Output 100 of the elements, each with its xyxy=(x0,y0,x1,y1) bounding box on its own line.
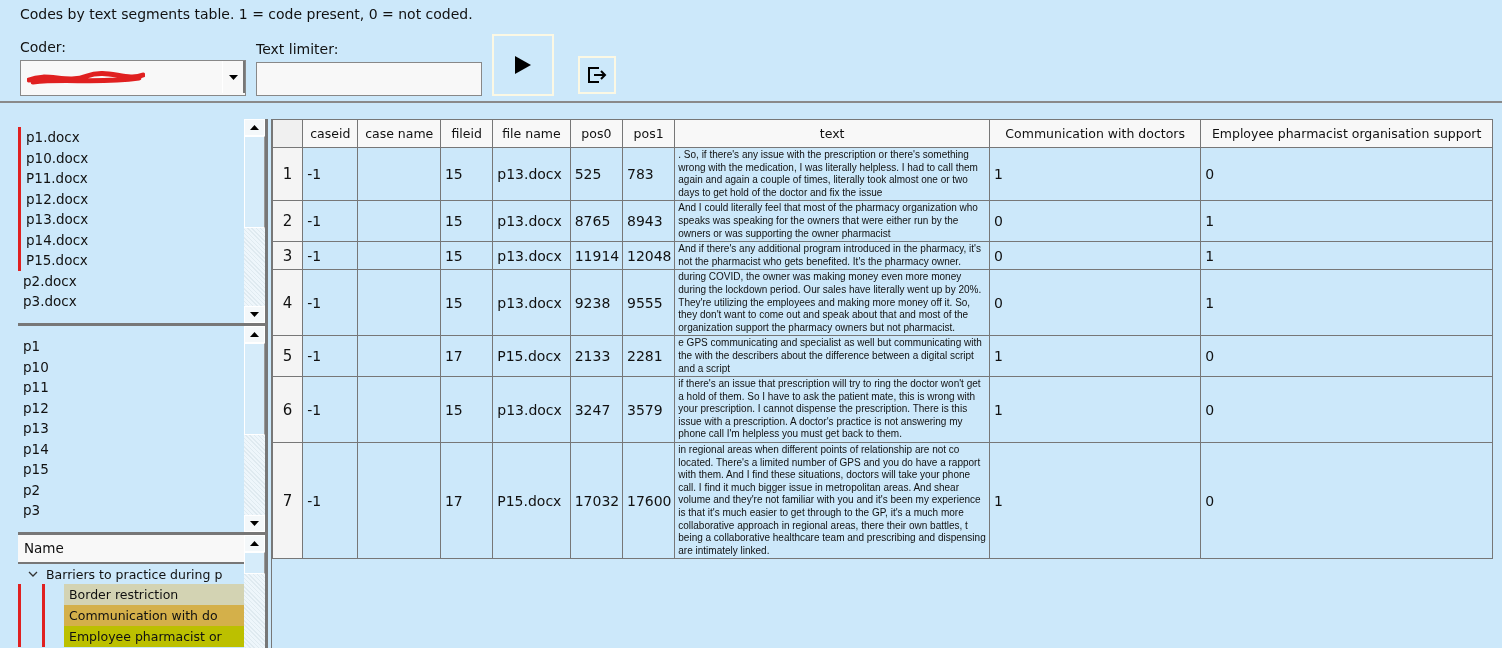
table-cell: 0 xyxy=(994,213,1003,230)
scrollbar[interactable] xyxy=(244,119,268,323)
table-cell: 2133 xyxy=(574,348,611,365)
file-list-item[interactable]: p3.docx xyxy=(20,291,244,312)
table-cell: 11914 xyxy=(574,247,620,264)
row-header[interactable]: 3 xyxy=(272,241,303,270)
row-header[interactable]: 5 xyxy=(272,335,303,377)
scroll-up-icon[interactable] xyxy=(244,535,265,552)
file-list-item[interactable]: p2.docx xyxy=(20,270,244,291)
case-list-item[interactable]: p10 xyxy=(18,356,244,377)
table-cell: 1 xyxy=(1205,247,1215,264)
code-tree-item[interactable]: Employee pharmacist or xyxy=(64,626,244,647)
dropdown-arrow-icon[interactable] xyxy=(222,61,245,93)
play-icon xyxy=(514,55,532,75)
case-list-item[interactable]: p14 xyxy=(18,438,244,459)
table-cell: 8943 xyxy=(627,213,663,230)
column-header[interactable]: text xyxy=(674,119,990,148)
row-header[interactable]: 2 xyxy=(272,200,303,242)
table-cell: -1 xyxy=(307,348,322,365)
table-cell: 0 xyxy=(1205,401,1215,418)
column-header[interactable]: caseid xyxy=(302,119,358,148)
table-cell: 0 xyxy=(994,247,1003,264)
table-cell: 2281 xyxy=(627,348,663,365)
table-cell: P15.docx xyxy=(497,348,562,365)
text-limiter-label: Text limiter: xyxy=(256,41,340,57)
table-cell: 0 xyxy=(1205,492,1215,509)
case-list-item[interactable]: p11 xyxy=(18,377,244,398)
table-cell: 15 xyxy=(444,213,463,230)
text-limiter-field[interactable] xyxy=(256,62,482,96)
column-header[interactable]: file name xyxy=(492,119,571,148)
column-header[interactable]: Employee pharmacist organisation support xyxy=(1200,119,1493,148)
table-cell: 17 xyxy=(444,348,463,365)
table-cell: 0 xyxy=(1205,348,1215,365)
table-cell: if there's an issue that prescription will try to ring the doctor won't get a hold of them. So I have to ask the patient mate, this is wrong with your prescription. I cannot dispense the prescription. There is this issue with a prescription. A doctor's practice is not answering my phone call I'm helpless you must get back to them. xyxy=(678,378,981,440)
scroll-down-icon[interactable] xyxy=(244,306,265,323)
table-cell: 9555 xyxy=(627,294,663,311)
table-cell: -1 xyxy=(307,294,322,311)
case-list-item[interactable]: p2 xyxy=(18,479,244,500)
table-cell: during COVID, the owner was making money even more money during the lockdown period. Our sales have literally went up by 20%. They're utilizing the employees and making more money off it. So, they don't want to come out and speak about that and most of the organization support the pharmacy owners but not pharmacist. xyxy=(678,271,982,333)
scroll-down-icon[interactable] xyxy=(244,515,265,532)
case-list-item[interactable]: p1 xyxy=(18,336,244,357)
table-cell: And if there's any additional program introduced in the pharmacy, it's not the pharmacist who gets benefited. It's the pharmacy owner. xyxy=(678,243,981,267)
scroll-thumb[interactable] xyxy=(244,552,265,574)
table-cell: P15.docx xyxy=(497,492,562,509)
column-header[interactable]: Communication with doctors xyxy=(989,119,1201,148)
case-list-item[interactable]: p13 xyxy=(18,418,244,439)
table-cell: p13.docx xyxy=(497,247,562,264)
table-cell: -1 xyxy=(307,247,322,264)
table-cell: 3247 xyxy=(574,401,611,418)
table-cell: p13.docx xyxy=(497,401,562,418)
scroll-up-icon[interactable] xyxy=(244,119,265,136)
coder-label: Coder: xyxy=(20,39,68,55)
scroll-thumb[interactable] xyxy=(244,343,265,435)
table-cell: p13.docx xyxy=(497,166,562,183)
code-tree-item[interactable]: Border restriction xyxy=(64,584,244,605)
table-cell: p13.docx xyxy=(497,213,562,230)
column-header[interactable]: Name xyxy=(18,535,244,564)
export-button[interactable] xyxy=(578,56,616,94)
table-cell: And I could literally feel that most of the pharmacy organization who speaks was speaking for the owners that were either run by the owners or was supporting the owner pharmacist xyxy=(678,202,978,239)
table-cell: p13.docx xyxy=(497,294,562,311)
column-header[interactable]: fileid xyxy=(440,119,493,148)
table-cell: 1 xyxy=(994,492,1003,509)
export-icon xyxy=(587,66,607,84)
case-list-item[interactable]: p3 xyxy=(18,500,244,521)
table-cell: 15 xyxy=(444,294,463,311)
code-tree-item[interactable]: Communication with do xyxy=(64,605,244,626)
table-cell: 1 xyxy=(994,348,1003,365)
chevron-icon[interactable] xyxy=(28,571,38,577)
column-header[interactable]: pos0 xyxy=(570,119,623,148)
scrollbar[interactable] xyxy=(244,326,268,532)
table-cell: 8765 xyxy=(574,213,611,230)
row-header[interactable]: 7 xyxy=(272,442,303,559)
row-header[interactable]: 6 xyxy=(272,376,303,443)
table-cell: 525 xyxy=(574,166,602,183)
table-cell: 1 xyxy=(994,401,1003,418)
case-list-item[interactable]: p12 xyxy=(18,397,244,418)
coder-dropdown[interactable] xyxy=(20,60,246,96)
row-header[interactable]: 1 xyxy=(272,147,303,201)
table-cell: 15 xyxy=(444,401,463,418)
table-cell: 1 xyxy=(1205,213,1215,230)
table-cell: 1 xyxy=(994,166,1003,183)
table-cell: 0 xyxy=(1205,166,1215,183)
case-list-item[interactable]: p15 xyxy=(18,459,244,480)
table-cell: 17600 xyxy=(627,492,672,509)
scrollbar[interactable] xyxy=(244,535,268,648)
table-cell: 783 xyxy=(627,166,654,183)
table-cell: 9238 xyxy=(574,294,611,311)
row-header[interactable]: 4 xyxy=(272,269,303,336)
column-header[interactable]: case name xyxy=(358,119,441,148)
table-caption: Codes by text segments table. 1 = code present, 0 = not coded. xyxy=(20,5,474,23)
scroll-thumb[interactable] xyxy=(244,136,265,228)
table-cell: 12048 xyxy=(627,247,672,264)
scroll-up-icon[interactable] xyxy=(244,326,265,343)
run-button[interactable] xyxy=(492,34,554,96)
table-cell: 1 xyxy=(1205,294,1215,311)
column-header[interactable]: pos1 xyxy=(622,119,675,148)
table-cell: 15 xyxy=(444,247,463,264)
table-cell: -1 xyxy=(307,213,322,230)
table-cell: . So, if there's any issue with the prescription or there's something wrong with the medication, I was literally helpless. I had to call them again and again a couple of times, literally took almost one or two days to get hold of the doctor and fix the issue xyxy=(678,149,978,198)
code-tree-item[interactable]: Barriers to practice during p xyxy=(46,566,223,582)
